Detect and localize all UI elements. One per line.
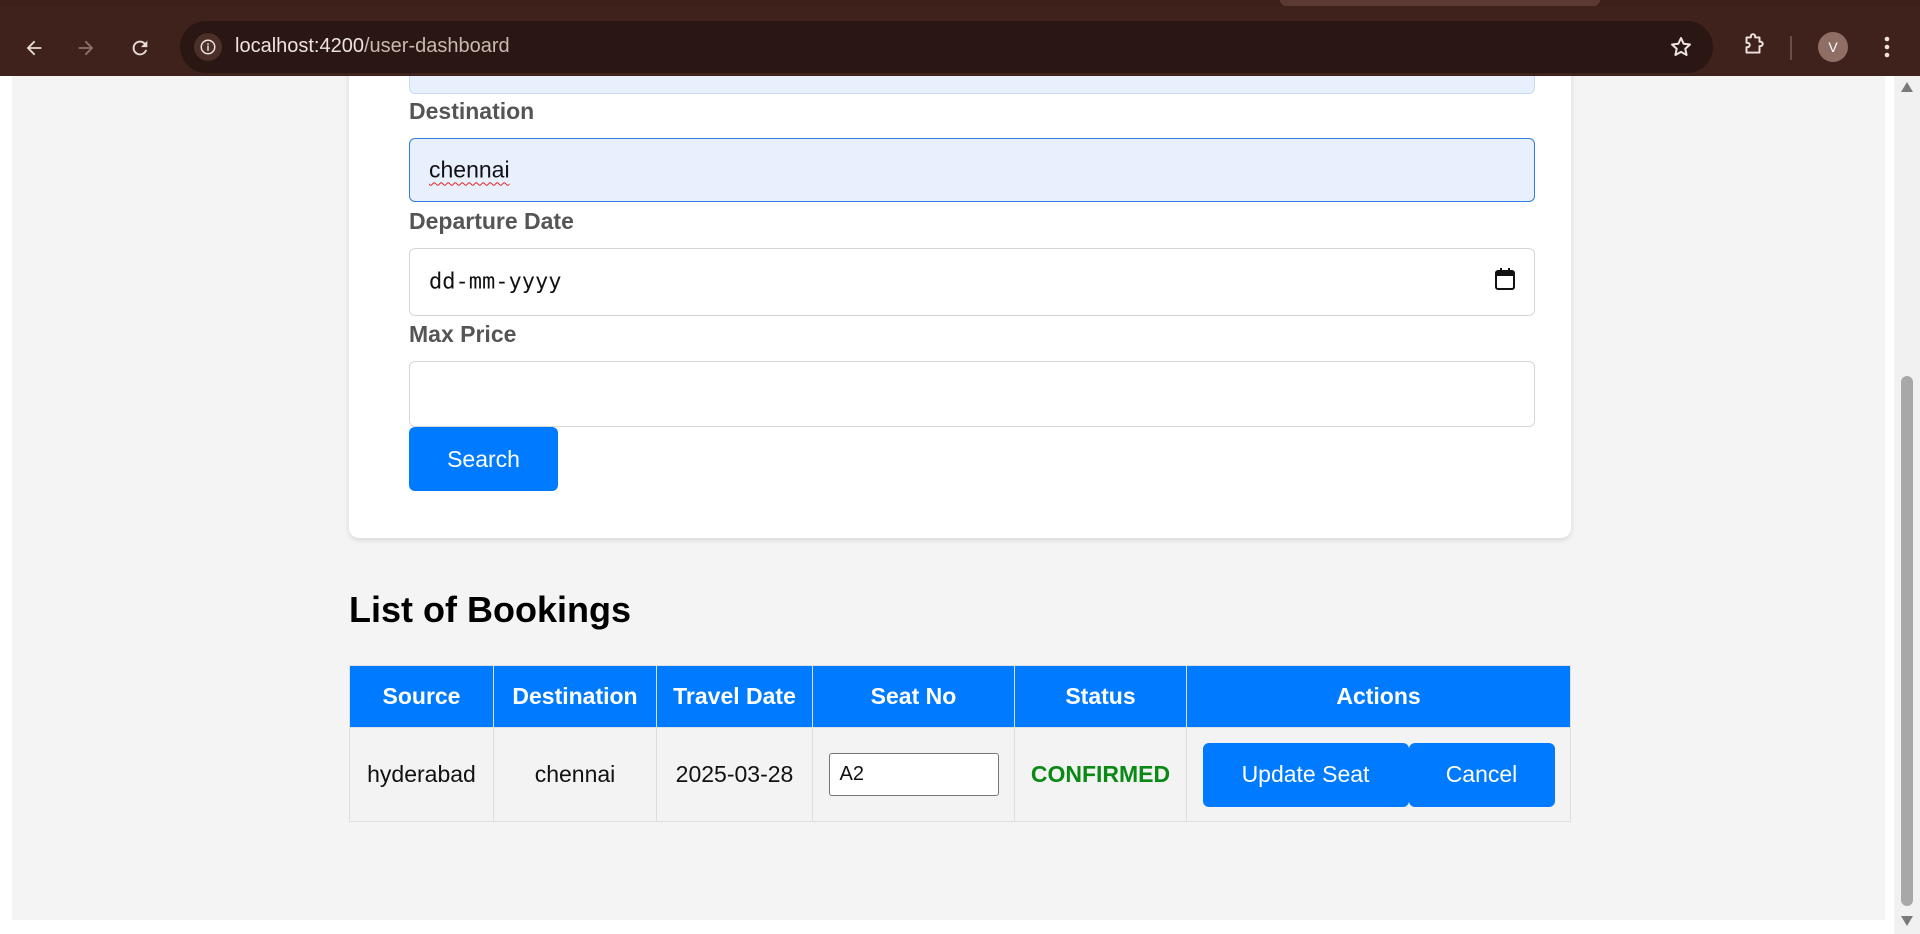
toolbar-separator: [1790, 36, 1792, 60]
col-travel-date: Travel Date: [656, 665, 813, 728]
cell-destination: chennai: [493, 727, 657, 822]
col-destination: Destination: [493, 665, 657, 728]
seat-no-input[interactable]: A2: [828, 753, 999, 796]
puzzle-icon[interactable]: [1740, 32, 1766, 63]
browser-toolbar: localhost:4200/user-dashboard V: [0, 6, 1920, 76]
cell-seat-no: A2: [812, 727, 1015, 822]
url-host: localhost:4200: [235, 35, 364, 57]
cell-travel-date: 2025-03-28: [656, 727, 813, 822]
col-status: Status: [1014, 665, 1187, 728]
source-field[interactable]: [409, 76, 1535, 94]
cell-actions: Update Seat Cancel: [1186, 727, 1571, 822]
bottom-strip: [0, 920, 1894, 934]
url-path: /user-dashboard: [363, 35, 510, 57]
arrow-right-icon: [78, 40, 94, 56]
reload-icon: [132, 40, 148, 56]
destination-input[interactable]: chennai: [409, 138, 1535, 202]
avatar[interactable]: V: [1818, 32, 1848, 62]
destination-label: Destination: [409, 98, 535, 124]
table-header-row: Source Destination Travel Date Seat No S…: [349, 665, 1571, 728]
back-button[interactable]: [14, 28, 54, 68]
forward-button[interactable]: [66, 28, 106, 68]
col-actions: Actions: [1186, 665, 1571, 728]
search-button[interactable]: Search: [409, 427, 558, 491]
max-price-input[interactable]: [409, 361, 1535, 427]
address-bar[interactable]: localhost:4200/user-dashboard: [180, 21, 1713, 73]
calendar-icon[interactable]: [1494, 267, 1516, 297]
reload-button[interactable]: [120, 28, 160, 68]
update-seat-button[interactable]: Update Seat: [1202, 742, 1409, 807]
url-text[interactable]: localhost:4200/user-dashboard: [235, 35, 510, 58]
cell-source: hyderabad: [349, 727, 494, 822]
scroll-thumb[interactable]: [1901, 376, 1913, 906]
departure-date-placeholder: dd-mm-yyyy: [429, 269, 562, 295]
destination-value: chennai: [429, 156, 510, 183]
table-row: hyderabad chennai 2025-03-28 A2 CONFIRME…: [349, 727, 1571, 822]
scroll-up-icon[interactable]: [1901, 82, 1913, 92]
bookings-title: List of Bookings: [349, 589, 631, 630]
departure-date-label: Departure Date: [409, 208, 574, 234]
star-icon[interactable]: [1669, 35, 1693, 64]
cancel-button[interactable]: Cancel: [1408, 742, 1555, 807]
page-scrollbar[interactable]: [1894, 76, 1920, 934]
page-content: Destination chennai Departure Date dd-mm…: [12, 76, 1885, 920]
arrow-left-icon: [26, 40, 42, 56]
status-badge: CONFIRMED: [1030, 761, 1171, 787]
actions-group: Update Seat Cancel: [1187, 742, 1570, 807]
bookings-table: Source Destination Travel Date Seat No S…: [349, 665, 1571, 822]
info-icon[interactable]: [194, 33, 222, 61]
cell-status: CONFIRMED: [1014, 727, 1187, 822]
max-price-label: Max Price: [409, 321, 517, 347]
departure-date-input[interactable]: dd-mm-yyyy: [409, 248, 1535, 316]
col-source: Source: [349, 665, 494, 728]
col-seat-no: Seat No: [812, 665, 1015, 728]
kebab-menu-icon[interactable]: [1875, 34, 1899, 65]
scroll-down-icon[interactable]: [1901, 916, 1913, 926]
